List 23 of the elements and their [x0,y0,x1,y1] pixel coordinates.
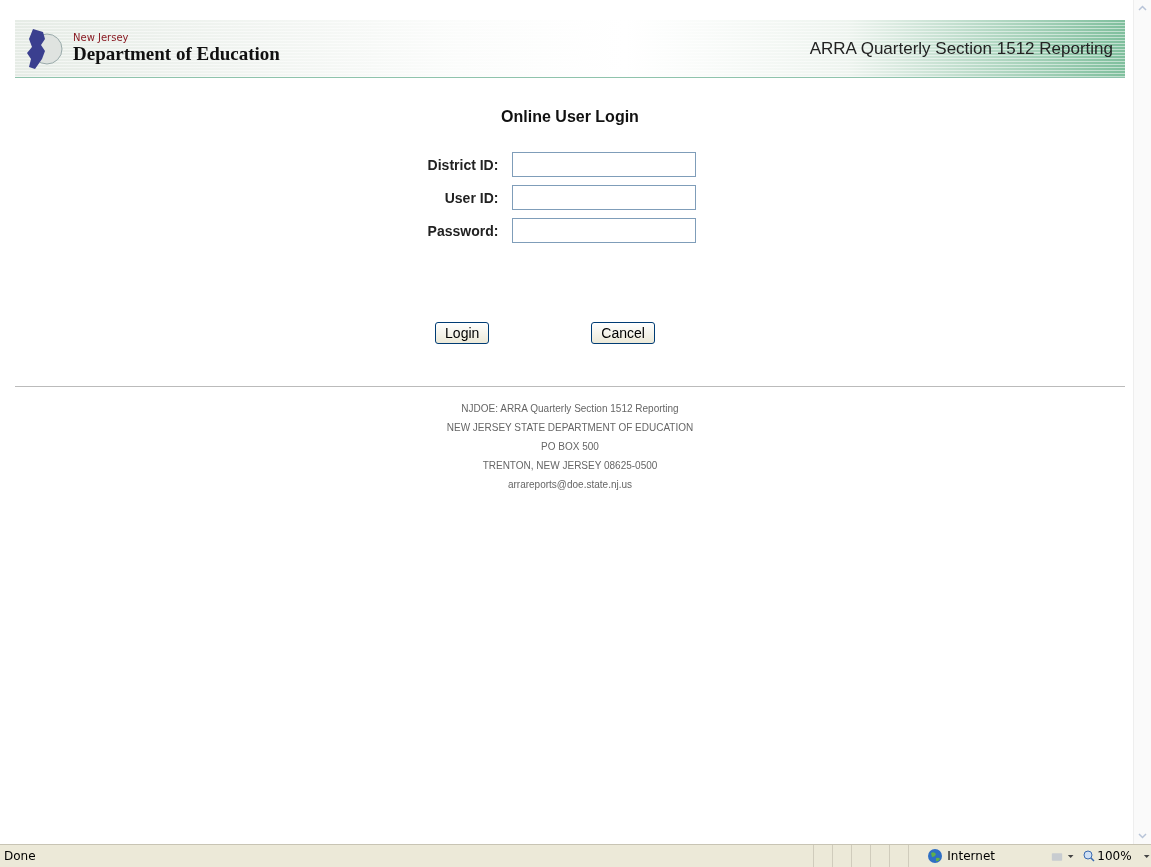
form-button[interactable]: Cancel [591,322,655,344]
login-title: Online User Login [501,108,639,126]
scrollbar[interactable] [1133,0,1151,844]
form-button[interactable]: Login [435,322,490,344]
footer-text: arrareports@doe.state.nj.us [507,478,633,492]
footer-text: NJDOE: ARRA Quarterly Section 1512 Reporting [461,402,679,416]
field-label: District ID: [427,156,499,173]
app-title: ARRA Quarterly Section 1512 Reporting [809,38,1113,59]
globe-icon [927,848,944,864]
status-text: Done [3,849,37,863]
department-name: Department of Education [73,43,280,65]
zoom-control[interactable]: 100% [1083,849,1132,863]
zone-text: Internet [947,849,995,863]
input-field[interactable] [512,185,697,210]
input-field[interactable] [512,152,697,177]
field-label: Password: [427,222,499,239]
footer-text: PO BOX 500 [541,440,599,454]
footer-text: NEW JERSEY STATE DEPARTMENT OF EDUCATION [446,421,694,435]
input-field[interactable] [512,218,697,243]
field-label: User ID: [443,189,499,206]
state-name: New Jersey [73,32,130,43]
magnifier-icon [1083,850,1096,862]
footer-text: TRENTON, NEW JERSEY 08625-0500 [482,459,658,473]
